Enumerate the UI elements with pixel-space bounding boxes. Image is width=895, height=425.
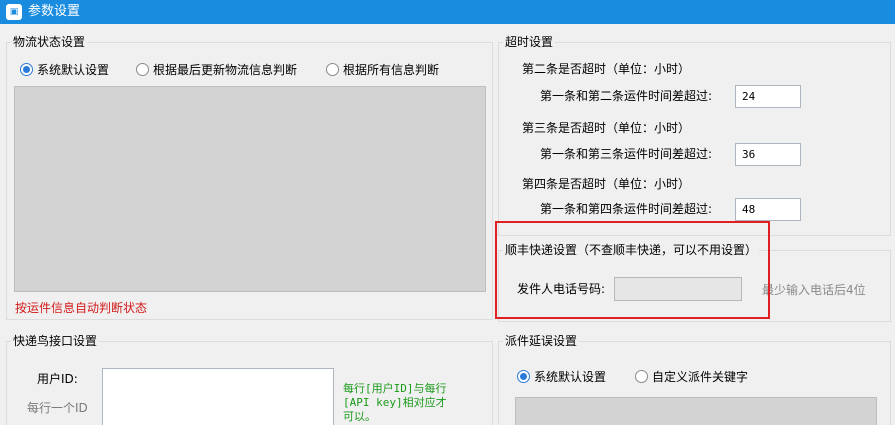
timeout-heading-2: 第二条是否超时（单位：小时） xyxy=(522,62,691,76)
radio-delay-default[interactable]: 系统默认设置 xyxy=(517,368,606,385)
radio-dot xyxy=(326,63,339,76)
radio-label: 自定义派件关键字 xyxy=(652,370,749,384)
radio-label: 系统默认设置 xyxy=(37,63,110,77)
radio-system-default[interactable]: 系统默认设置 xyxy=(20,61,109,78)
kdniao-legend: 快递鸟接口设置 xyxy=(11,334,100,349)
timeout-input-4[interactable]: 48 xyxy=(735,198,801,221)
timeout-heading-3: 第三条是否超时（单位：小时） xyxy=(522,121,691,135)
radio-all-info[interactable]: 根据所有信息判断 xyxy=(326,61,439,78)
delivery-delay-panel xyxy=(515,397,877,425)
user-id-label: 用户ID: xyxy=(37,372,78,386)
user-id-textarea[interactable] xyxy=(102,368,334,425)
radio-label: 根据最后更新物流信息判断 xyxy=(153,63,298,77)
kdniao-pairing-note: 每行[用户ID]与每行 [API key]相对应才 可以。 xyxy=(343,382,447,423)
user-id-hint: 每行一个ID xyxy=(27,401,88,415)
radio-dot-selected xyxy=(20,63,33,76)
timeout-label-2: 第一条和第二条运件时间差超过: xyxy=(540,89,713,103)
delivery-delay-legend: 派件延误设置 xyxy=(503,334,580,349)
timeout-label-4: 第一条和第四条运件时间差超过: xyxy=(540,202,713,216)
radio-label: 根据所有信息判断 xyxy=(343,63,440,77)
timeout-input-3[interactable]: 36 xyxy=(735,143,801,166)
timeout-legend: 超时设置 xyxy=(503,35,556,50)
window-title: 参数设置 xyxy=(28,4,81,19)
highlight-box xyxy=(495,221,770,319)
radio-dot xyxy=(136,63,149,76)
title-bar[interactable]: ▣ 参数设置 xyxy=(0,0,895,24)
app-logo-icon: ▣ xyxy=(6,4,22,20)
radio-last-update[interactable]: 根据最后更新物流信息判断 xyxy=(136,61,297,78)
radio-dot-selected xyxy=(517,370,530,383)
auto-status-note: 按运件信息自动判断状态 xyxy=(15,301,148,315)
timeout-label-3: 第一条和第三条运件时间差超过: xyxy=(540,147,713,161)
radio-delay-custom[interactable]: 自定义派件关键字 xyxy=(635,368,748,385)
radio-dot xyxy=(635,370,648,383)
timeout-input-2[interactable]: 24 xyxy=(735,85,801,108)
radio-label: 系统默认设置 xyxy=(534,370,607,384)
timeout-heading-4: 第四条是否超时（单位：小时） xyxy=(522,177,691,191)
logistics-status-panel xyxy=(14,86,486,292)
phone-hint: 最少输入电话后4位 xyxy=(762,283,866,297)
logistics-status-legend: 物流状态设置 xyxy=(11,35,88,50)
